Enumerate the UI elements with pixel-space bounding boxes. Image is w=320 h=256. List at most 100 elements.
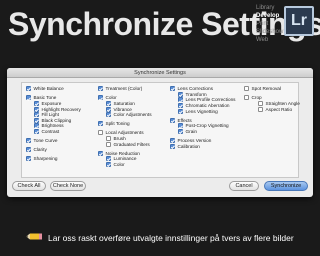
setting-checkbox[interactable] (106, 161, 111, 167)
setting-label: Effects (177, 117, 192, 123)
setting-checkbox[interactable] (34, 128, 39, 134)
settings-column-3: Lens Corrections Transform Lens Profile Co… (170, 86, 236, 149)
setting-label: Color (113, 161, 125, 167)
check-all-button[interactable]: Check All (12, 181, 46, 191)
pencil-icon (26, 232, 42, 243)
setting-checkbox[interactable] (98, 130, 103, 136)
setting-checkbox[interactable] (106, 156, 111, 162)
module-web[interactable]: Web (256, 36, 283, 44)
setting-checkbox[interactable] (178, 103, 183, 109)
setting-checkbox[interactable] (106, 100, 111, 106)
slide-caption: Lar oss raskt overføre utvalgte innstill… (26, 232, 294, 243)
setting-label: Noise Reduction (105, 150, 140, 156)
setting-checkbox[interactable] (34, 117, 39, 123)
setting-checkbox[interactable] (178, 123, 183, 129)
setting-label: Brightness (41, 123, 64, 129)
setting-row[interactable]: Aspect Ratio (244, 106, 300, 112)
setting-checkbox[interactable] (170, 86, 175, 92)
setting-row[interactable]: Sharpening (26, 156, 81, 162)
setting-checkbox[interactable] (98, 121, 103, 127)
setting-checkbox[interactable] (170, 138, 175, 144)
module-picker: Library Develop Print Slideshow Web (256, 4, 283, 44)
setting-checkbox[interactable] (170, 117, 175, 123)
setting-row[interactable]: Grain (170, 128, 236, 135)
check-none-button[interactable]: Check None (50, 181, 86, 191)
setting-row[interactable]: Clarity (26, 147, 81, 153)
setting-label: Lens Profile Corrections (185, 97, 236, 103)
setting-row[interactable]: Split Toning (98, 121, 152, 127)
setting-checkbox[interactable] (34, 123, 39, 129)
module-develop[interactable]: Develop (256, 12, 283, 20)
dialog-titlebar: Synchronize Settings (7, 68, 313, 78)
setting-checkbox[interactable] (178, 91, 183, 97)
setting-label: Color (105, 95, 117, 101)
setting-checkbox[interactable] (106, 106, 111, 112)
synchronize-button[interactable]: Synchronize (264, 181, 308, 191)
setting-checkbox[interactable] (244, 86, 249, 92)
setting-label: Contrast (41, 128, 60, 134)
module-slideshow[interactable]: Slideshow (256, 28, 283, 36)
setting-label: Aspect Ratio (265, 106, 293, 112)
setting-checkbox[interactable] (178, 128, 183, 134)
setting-label: Treatment (Color) (105, 86, 143, 92)
setting-label: Tone Curve (33, 138, 58, 144)
setting-checkbox[interactable] (106, 135, 111, 141)
setting-checkbox[interactable] (34, 112, 39, 118)
setting-row[interactable]: Contrast (26, 128, 81, 135)
setting-row[interactable]: Graduated Filters (98, 141, 152, 147)
setting-row[interactable]: Color (98, 161, 152, 168)
setting-checkbox[interactable] (98, 95, 103, 101)
setting-checkbox[interactable] (26, 86, 31, 92)
synchronize-settings-dialog: Synchronize Settings White Balance Basic … (7, 68, 313, 197)
setting-checkbox[interactable] (26, 147, 31, 153)
setting-row[interactable]: Highlight Recovery (26, 106, 81, 112)
setting-checkbox[interactable] (98, 150, 103, 156)
logo-text: Lr (291, 12, 307, 29)
setting-row[interactable]: Lens Profile Corrections (170, 97, 236, 103)
setting-label: Lens Vignetting (185, 108, 218, 114)
setting-label: Straighten Angle (265, 100, 300, 106)
cancel-button[interactable]: Cancel (229, 181, 259, 191)
setting-label: Highlight Recovery (41, 106, 81, 112)
setting-checkbox[interactable] (26, 95, 31, 101)
setting-label: Post-Crop Vignetting (185, 123, 229, 129)
setting-checkbox[interactable] (34, 106, 39, 112)
setting-checkbox[interactable] (106, 141, 111, 147)
setting-checkbox[interactable] (258, 100, 263, 106)
setting-row[interactable]: Lens Vignetting (170, 108, 236, 114)
setting-row[interactable]: Post-Crop Vignetting (170, 123, 236, 129)
setting-checkbox[interactable] (98, 86, 103, 92)
setting-label: Exposure (41, 100, 62, 106)
setting-label: Luminance (113, 156, 137, 162)
setting-checkbox[interactable] (26, 138, 31, 144)
setting-row[interactable]: Treatment (Color) (98, 86, 152, 92)
setting-row[interactable]: Calibration (170, 143, 236, 149)
setting-checkbox[interactable] (170, 143, 175, 149)
lightroom-logo-icon: Lr (284, 6, 314, 36)
setting-label: Transform (185, 91, 207, 97)
setting-checkbox[interactable] (34, 100, 39, 106)
module-print[interactable]: Print (256, 20, 283, 28)
setting-checkbox[interactable] (178, 97, 183, 103)
setting-label: Crop (251, 95, 262, 101)
setting-row[interactable]: Spot Removal (244, 86, 300, 92)
setting-row[interactable]: White Balance (26, 86, 81, 92)
setting-checkbox[interactable] (26, 156, 31, 162)
setting-checkbox[interactable] (244, 95, 249, 101)
setting-row[interactable]: Chromatic Aberration (170, 103, 236, 109)
module-library[interactable]: Library (256, 4, 283, 12)
settings-column-2: Treatment (Color) Color Saturation Vibrance… (98, 86, 152, 167)
setting-label: Black Clipping (41, 117, 72, 123)
setting-checkbox[interactable] (106, 112, 111, 118)
setting-row[interactable]: Local Adjustments (98, 130, 152, 136)
setting-row[interactable]: Color Adjustments (98, 112, 152, 118)
setting-label: Calibration (177, 143, 200, 149)
settings-panel: White Balance Basic Tone Exposure Highlight… (21, 82, 300, 178)
setting-checkbox[interactable] (258, 106, 263, 112)
setting-label: Saturation (113, 100, 135, 106)
settings-column-1: White Balance Basic Tone Exposure Highlight… (26, 86, 81, 162)
setting-checkbox[interactable] (178, 108, 183, 114)
setting-label: Clarity (33, 147, 47, 153)
setting-label: Color Adjustments (113, 112, 152, 118)
setting-row[interactable]: Tone Curve (26, 138, 81, 144)
